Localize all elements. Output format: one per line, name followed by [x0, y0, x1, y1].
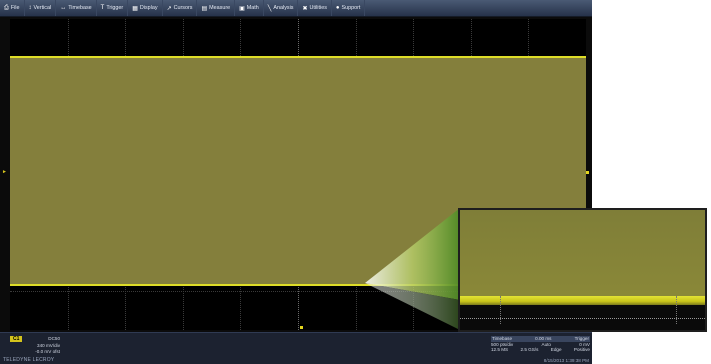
zoom-grid-tick: [500, 296, 501, 324]
zoom-waveform-fill: [460, 210, 705, 296]
zoom-inset: [458, 208, 707, 332]
zoom-grid-tick: [676, 296, 677, 324]
zoom-grid-line: [460, 318, 705, 319]
zoom-waveform-edge: [460, 296, 705, 305]
